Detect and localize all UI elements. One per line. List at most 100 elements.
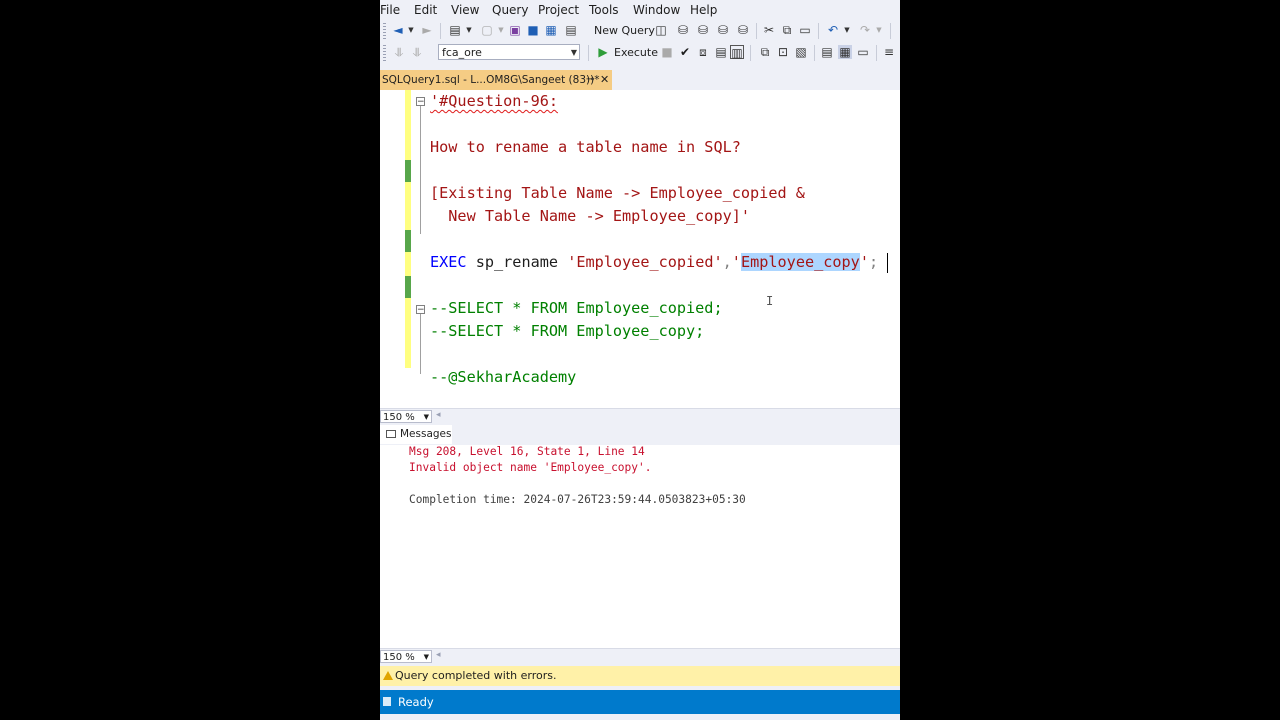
menu-project[interactable]: Project <box>538 3 579 17</box>
tab-messages[interactable]: Messages <box>380 425 452 444</box>
toolbar-separator <box>814 45 815 61</box>
document-tab-strip: SQLQuery1.sql - L...OM8G\Sangeet (83))* … <box>380 66 900 92</box>
actual-plan-icon[interactable]: ⧉ <box>758 45 772 59</box>
copy-icon[interactable]: ⧉ <box>780 23 794 37</box>
menu-tools[interactable]: Tools <box>589 3 619 17</box>
forward-icon[interactable]: ► <box>420 23 434 37</box>
dropdown-arrow-icon[interactable]: ▼ <box>404 23 418 37</box>
query-editor[interactable]: − − '#Question-96: How to rename a table… <box>380 90 900 408</box>
query-dax-icon[interactable]: ⛁ <box>736 23 750 37</box>
new-query-button[interactable]: New Query <box>594 24 655 37</box>
error-message-line: Msg 208, Level 16, State 1, Line 14 <box>409 445 645 458</box>
tab-sqlquery1[interactable]: SQLQuery1.sql - L...OM8G\Sangeet (83))* … <box>380 70 612 90</box>
editor-zoom-bar: 150 % ▼ ◂ <box>380 408 900 425</box>
chevron-down-icon: ▼ <box>570 48 577 57</box>
code-line-existing-name: [Existing Table Name -> Employee_copied … <box>430 184 805 202</box>
code-line-question: '#Question-96: <box>430 90 558 113</box>
saved-change-marker <box>405 276 411 298</box>
toolbar-separator <box>588 45 589 61</box>
editor-zoom-select[interactable]: 150 % ▼ <box>380 410 432 423</box>
outline-line <box>420 106 421 234</box>
display-estimated-plan-icon[interactable]: ⧈ <box>696 45 710 59</box>
messages-icon <box>386 430 396 438</box>
query-xmla-icon[interactable]: ⛁ <box>716 23 730 37</box>
arg-quote-open: ' <box>731 253 741 271</box>
new-project-icon[interactable]: ▤ <box>448 23 462 37</box>
code-line-select-copy: --SELECT * FROM Employee_copy; <box>430 322 705 340</box>
keyword-exec: EXEC <box>430 253 467 271</box>
toolbar-grip[interactable] <box>383 45 386 61</box>
scroll-left-icon[interactable]: ◂ <box>436 650 441 660</box>
change-connection-icon[interactable]: ⥥ <box>410 45 424 59</box>
query-dmx-icon[interactable]: ⛁ <box>696 23 710 37</box>
results-to-text-icon[interactable]: ▤ <box>820 45 834 59</box>
collapse-icon[interactable]: − <box>416 305 425 315</box>
parse-checkmark-icon[interactable]: ✔ <box>678 45 692 59</box>
cut-icon[interactable]: ✂ <box>762 23 776 37</box>
database-select[interactable]: fca_ore ▼ <box>438 44 580 60</box>
dropdown-arrow-icon[interactable]: ▼ <box>840 23 854 37</box>
toolbar-separator <box>750 45 751 61</box>
collapse-icon[interactable]: − <box>416 97 425 107</box>
undo-icon[interactable]: ↶ <box>826 23 840 37</box>
menu-edit[interactable]: Edit <box>414 3 437 17</box>
close-icon[interactable]: ✕ <box>600 70 609 90</box>
arg-quote-close: ' <box>859 253 869 271</box>
ssms-window: File Edit View Query Project Tools Windo… <box>380 0 900 720</box>
intellisense-icon[interactable]: ▥ <box>730 45 744 60</box>
error-detail-line: Invalid object name 'Employee_copy'. <box>409 461 652 474</box>
back-icon[interactable]: ◄ <box>391 23 405 37</box>
dropdown-arrow-icon[interactable]: ▼ <box>494 23 508 37</box>
execute-icon[interactable]: ▶ <box>596 45 610 59</box>
toolbar-separator <box>890 23 891 39</box>
selected-text: Employee_copy <box>740 253 860 271</box>
toolbar-separator <box>876 45 877 61</box>
menu-window[interactable]: Window <box>633 3 680 17</box>
query-mdx-icon[interactable]: ⛁ <box>676 23 690 37</box>
messages-pane[interactable]: Msg 208, Level 16, State 1, Line 14 Inva… <box>380 445 900 648</box>
results-zoom-select[interactable]: 150 % ▼ <box>380 650 432 663</box>
scroll-left-icon[interactable]: ◂ <box>436 410 441 420</box>
client-stats-icon[interactable]: ▧ <box>794 45 808 59</box>
comment-out-icon[interactable]: ≡ <box>882 45 896 59</box>
menu-file[interactable]: File <box>380 3 400 17</box>
proc-sp-rename: sp_rename <box>475 253 559 271</box>
save-all-icon[interactable]: ▦ <box>544 23 558 37</box>
new-query-icon[interactable]: ▤ <box>564 23 578 37</box>
execute-button[interactable]: Execute <box>614 46 658 59</box>
code-line-signature: --@SekharAcademy <box>430 368 577 386</box>
query-db-engine-icon[interactable]: ◫ <box>654 23 668 37</box>
mouse-ibeam-cursor-icon: I <box>766 294 774 308</box>
dropdown-arrow-icon[interactable]: ▼ <box>872 23 886 37</box>
connect-icon[interactable]: ⥥ <box>392 45 406 59</box>
menu-query[interactable]: Query <box>492 3 528 17</box>
menu-view[interactable]: View <box>451 3 479 17</box>
open-file-icon[interactable]: ▣ <box>508 23 522 37</box>
redo-icon[interactable]: ↷ <box>858 23 872 37</box>
dropdown-arrow-icon[interactable]: ▼ <box>462 23 476 37</box>
live-stats-icon[interactable]: ⊡ <box>776 45 790 59</box>
add-item-icon[interactable]: ▢ <box>480 23 494 37</box>
status-ready: Ready <box>398 695 434 709</box>
query-options-icon[interactable]: ▤ <box>714 45 728 59</box>
completion-time-line: Completion time: 2024-07-26T23:59:44.050… <box>409 493 746 506</box>
toolbar-separator <box>440 23 441 39</box>
toolbar-grip[interactable] <box>383 23 386 39</box>
query-status-bar: Query completed with errors. <box>380 666 900 686</box>
pin-icon[interactable]: ⊸ <box>586 70 594 90</box>
outline-line <box>420 314 421 374</box>
results-to-file-icon[interactable]: ▭ <box>856 45 870 59</box>
text-caret <box>887 253 888 273</box>
save-icon[interactable]: ■ <box>526 23 540 37</box>
status-bar: Ready <box>380 690 900 714</box>
menu-help[interactable]: Help <box>690 3 717 17</box>
paste-icon[interactable]: ▭ <box>798 23 812 37</box>
code-line-title: How to rename a table name in SQL? <box>430 138 741 156</box>
results-tab-strip: Messages <box>380 425 900 445</box>
code-line-new-name: New Table Name -> Employee_copy]' <box>430 207 751 225</box>
results-zoom-bar: 150 % ▼ ◂ <box>380 648 900 665</box>
stop-icon[interactable]: ■ <box>660 45 674 59</box>
sql-editor-toolbar: ⥥ ⥥ fca_ore ▼ ▶ Execute ■ ✔ ⧈ ▤ ▥ ⧉ ⊡ ▧ … <box>380 42 900 64</box>
code-line-exec: EXEC sp_rename 'Employee_copied','Employ… <box>430 251 878 274</box>
results-to-grid-icon[interactable]: ▦ <box>838 45 852 59</box>
